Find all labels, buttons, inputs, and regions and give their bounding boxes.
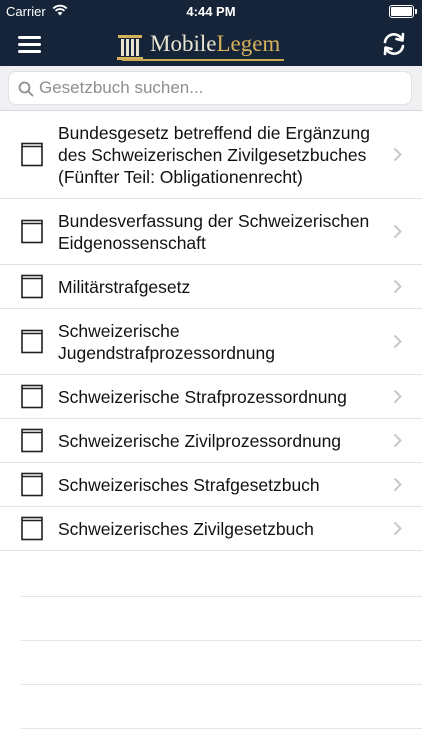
- chevron-right-icon: [393, 477, 402, 492]
- status-bar: Carrier 4:44 PM: [0, 0, 422, 22]
- list-item-label: Schweizerische Jugendstrafprozessordnung: [58, 320, 275, 363]
- status-time: 4:44 PM: [186, 4, 236, 19]
- list-item[interactable]: Schweizerische Zivilprozessordnung: [0, 419, 422, 463]
- logo-text-mobile: Mobile: [150, 31, 217, 56]
- chevron-right-icon: [393, 389, 402, 404]
- search-bar: [0, 66, 422, 111]
- column-icon: [117, 35, 143, 60]
- chevron-right-icon: [393, 334, 402, 349]
- list-item-label: Bundesgesetz betreffend die Ergänzung de…: [58, 122, 370, 187]
- navigation-bar: MobileLegem: [0, 22, 422, 66]
- list-item[interactable]: Schweizerisches Strafgesetzbuch: [0, 463, 422, 507]
- search-field[interactable]: [8, 71, 412, 105]
- chevron-right-icon: [393, 433, 402, 448]
- list-item[interactable]: Bundesgesetz betreffend die Ergänzung de…: [0, 111, 422, 199]
- chevron-right-icon: [393, 224, 402, 239]
- chevron-right-icon: [393, 279, 402, 294]
- app-logo: MobileLegem: [116, 27, 285, 61]
- book-icon: [21, 142, 43, 167]
- list-item-label: Militärstrafgesetz: [58, 276, 191, 297]
- empty-row-divider: [21, 596, 422, 597]
- search-icon: [18, 81, 34, 97]
- chevron-right-icon: [393, 521, 402, 536]
- menu-button[interactable]: [18, 33, 44, 53]
- empty-row-divider: [21, 684, 422, 685]
- empty-row-divider: [21, 728, 422, 729]
- book-icon: [21, 329, 43, 354]
- empty-row-divider: [21, 640, 422, 641]
- list-item[interactable]: Schweizerisches Zivilgesetzbuch: [0, 507, 422, 551]
- list-item-label: Schweizerisches Strafgesetzbuch: [58, 474, 320, 495]
- search-input[interactable]: [39, 72, 399, 104]
- book-icon: [21, 219, 43, 244]
- list-item[interactable]: Bundesverfassung der Schweizerischen Eid…: [0, 199, 422, 265]
- book-icon: [21, 428, 43, 453]
- logo-text-legem: Legem: [216, 31, 281, 56]
- list-item[interactable]: Schweizerische Strafprozessordnung: [0, 375, 422, 419]
- book-icon: [21, 274, 43, 299]
- chevron-right-icon: [393, 147, 402, 162]
- top-bar: Carrier 4:44 PM MobileLegem: [0, 0, 422, 66]
- list-item-label: Schweizerisches Zivilgesetzbuch: [58, 518, 314, 539]
- list-item[interactable]: Militärstrafgesetz: [0, 265, 422, 309]
- list-item[interactable]: Schweizerische Jugendstrafprozessordnung: [0, 309, 422, 375]
- list-item-label: Schweizerische Zivilprozessordnung: [58, 430, 342, 451]
- book-icon: [21, 472, 43, 497]
- battery-icon: [389, 5, 417, 18]
- logo-text: MobileLegem: [122, 31, 285, 61]
- book-icon: [21, 384, 43, 409]
- refresh-icon[interactable]: [380, 30, 408, 58]
- book-icon: [21, 516, 43, 541]
- lawbook-list: Bundesgesetz betreffend die Ergänzung de…: [0, 111, 422, 551]
- list-item-label: Schweizerische Strafprozessordnung: [58, 386, 347, 407]
- list-item-label: Bundesverfassung der Schweizerischen Eid…: [58, 210, 370, 253]
